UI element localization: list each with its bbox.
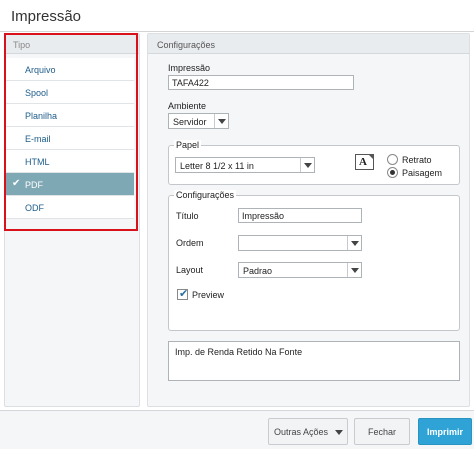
window-title: Impressão (11, 8, 82, 25)
tipo-item-label: Spool (25, 88, 49, 98)
ambiente-label: Ambiente (168, 101, 207, 111)
page-orientation-icon: A (355, 154, 374, 170)
tipo-item-label: Arquivo (25, 65, 56, 75)
tipo-item-spool[interactable]: Spool (6, 81, 134, 104)
papel-value: Letter 8 1/2 x 11 in (180, 161, 254, 171)
dialog-footer: Outras Ações Fechar Imprimir (0, 410, 474, 449)
outras-acoes-button[interactable]: Outras Ações (268, 418, 348, 445)
imprimir-label: Imprimir (426, 427, 463, 437)
tipo-item-label: PDF (25, 180, 43, 190)
impressao-input[interactable]: TAFA422 (168, 75, 354, 90)
preview-checkbox[interactable]: ✔ (177, 288, 189, 300)
config-panel: Configurações Impressão TAFA422 Ambiente… (147, 33, 470, 407)
layout-label: Layout (176, 265, 204, 275)
papel-select[interactable]: Letter 8 1/2 x 11 in (175, 157, 315, 173)
imprimir-button[interactable]: Imprimir (418, 418, 472, 445)
chevron-down-icon (300, 158, 314, 172)
tipo-item-odf[interactable]: ODF (6, 196, 134, 219)
titulo-input[interactable]: Impressão (238, 208, 362, 223)
tipo-item-pdf[interactable]: ✔ PDF (6, 173, 134, 196)
layout-value: Padrao (243, 266, 273, 276)
fechar-label: Fechar (367, 427, 396, 437)
ambiente-select[interactable]: Servidor (168, 113, 229, 129)
ordem-label: Ordem (176, 238, 204, 248)
tipo-list: Arquivo Spool Planilha E-mail HTML ✔ PDF … (6, 58, 134, 219)
checkmark-icon: ✔ (12, 178, 21, 189)
paisagem-radio[interactable] (387, 167, 398, 178)
config-header-label: Configurações (157, 40, 216, 50)
paisagem-label: Paisagem (402, 168, 443, 178)
tipo-item-email[interactable]: E-mail (6, 127, 134, 150)
ordem-select[interactable] (238, 235, 362, 251)
impressao-label: Impressão (168, 63, 211, 73)
retrato-radio[interactable] (387, 154, 398, 165)
window-titlebar: Impressão (0, 0, 474, 32)
papel-legend: Papel (174, 140, 202, 150)
retrato-label: Retrato (402, 155, 432, 165)
chevron-down-icon (335, 430, 343, 435)
fechar-button[interactable]: Fechar (354, 418, 410, 445)
orientation-glyph: A (359, 156, 367, 168)
tipo-header-label: Tipo (13, 40, 31, 50)
tipo-header: Tipo (5, 34, 139, 54)
titulo-label: Título (176, 211, 199, 221)
preview-label: Preview (192, 290, 225, 300)
tipo-item-label: Planilha (25, 111, 58, 121)
chevron-down-icon (214, 114, 228, 128)
configuracoes-legend: Configurações (174, 190, 237, 200)
description-textarea[interactable]: Imp. de Renda Retido Na Fonte (168, 341, 460, 381)
tipo-item-label: E-mail (25, 134, 51, 144)
config-header: Configurações (148, 34, 469, 54)
tipo-item-label: HTML (25, 157, 50, 167)
tipo-item-planilha[interactable]: Planilha (6, 104, 134, 127)
chevron-down-icon (347, 236, 361, 250)
tipo-item-arquivo[interactable]: Arquivo (6, 58, 134, 81)
ambiente-value: Servidor (173, 117, 207, 127)
tipo-item-label: ODF (25, 203, 44, 213)
checkmark-icon: ✔ (179, 288, 189, 300)
tipo-item-html[interactable]: HTML (6, 150, 134, 173)
papel-group: Papel Letter 8 1/2 x 11 in A Retrato Pai… (168, 140, 460, 185)
outras-acoes-label: Outras Ações (273, 427, 329, 437)
configuracoes-group: Configurações Título Impressão Ordem Lay… (168, 190, 460, 331)
layout-select[interactable]: Padrao (238, 262, 362, 278)
chevron-down-icon (347, 263, 361, 277)
